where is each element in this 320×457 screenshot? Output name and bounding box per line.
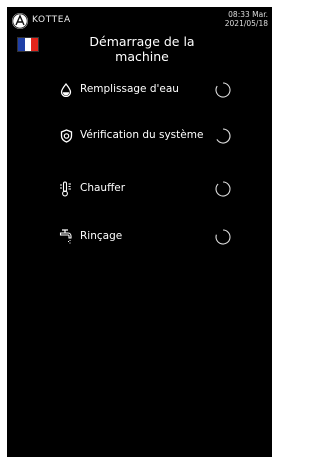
- shield-check-icon: [59, 128, 73, 144]
- clock-time: 08:33 Mar.: [228, 10, 268, 19]
- flag-stripe-white: [24, 38, 32, 51]
- language-flag-icon[interactable]: [17, 37, 39, 52]
- brand-name: KOTTEA: [32, 15, 71, 25]
- step-label: Remplissage d'eau: [80, 83, 179, 95]
- step-system-check: Vérification du système: [59, 124, 269, 148]
- flag-stripe-red: [31, 38, 39, 51]
- clock: 08:33 Mar. 2021/05/18: [225, 10, 268, 28]
- step-label: Chauffer: [80, 182, 126, 194]
- brand-logo-icon: [12, 13, 28, 29]
- step-water-fill: Remplissage d'eau: [59, 78, 269, 102]
- water-drop-icon: [59, 82, 73, 98]
- loading-spinner-icon: [215, 181, 231, 197]
- loading-spinner-icon: [215, 229, 231, 245]
- step-label: Vérification du système: [80, 129, 204, 141]
- thermometer-icon: [59, 181, 73, 197]
- page-title: Démarrage de la machine: [89, 34, 195, 64]
- loading-spinner-icon: [215, 82, 231, 98]
- faucet-icon: [59, 229, 73, 245]
- machine-startup-screen: KOTTEA 08:33 Mar. 2021/05/18 Démarrage d…: [7, 7, 272, 457]
- flag-stripe-blue: [18, 38, 25, 51]
- clock-date: 2021/05/18: [224, 19, 268, 28]
- status-bar: KOTTEA 08:33 Mar. 2021/05/18: [7, 7, 272, 37]
- loading-spinner-icon: [216, 128, 231, 144]
- step-rinsing: Rinçage: [59, 225, 269, 249]
- step-label: Rinçage: [80, 230, 123, 242]
- step-heating: Chauffer: [59, 177, 269, 201]
